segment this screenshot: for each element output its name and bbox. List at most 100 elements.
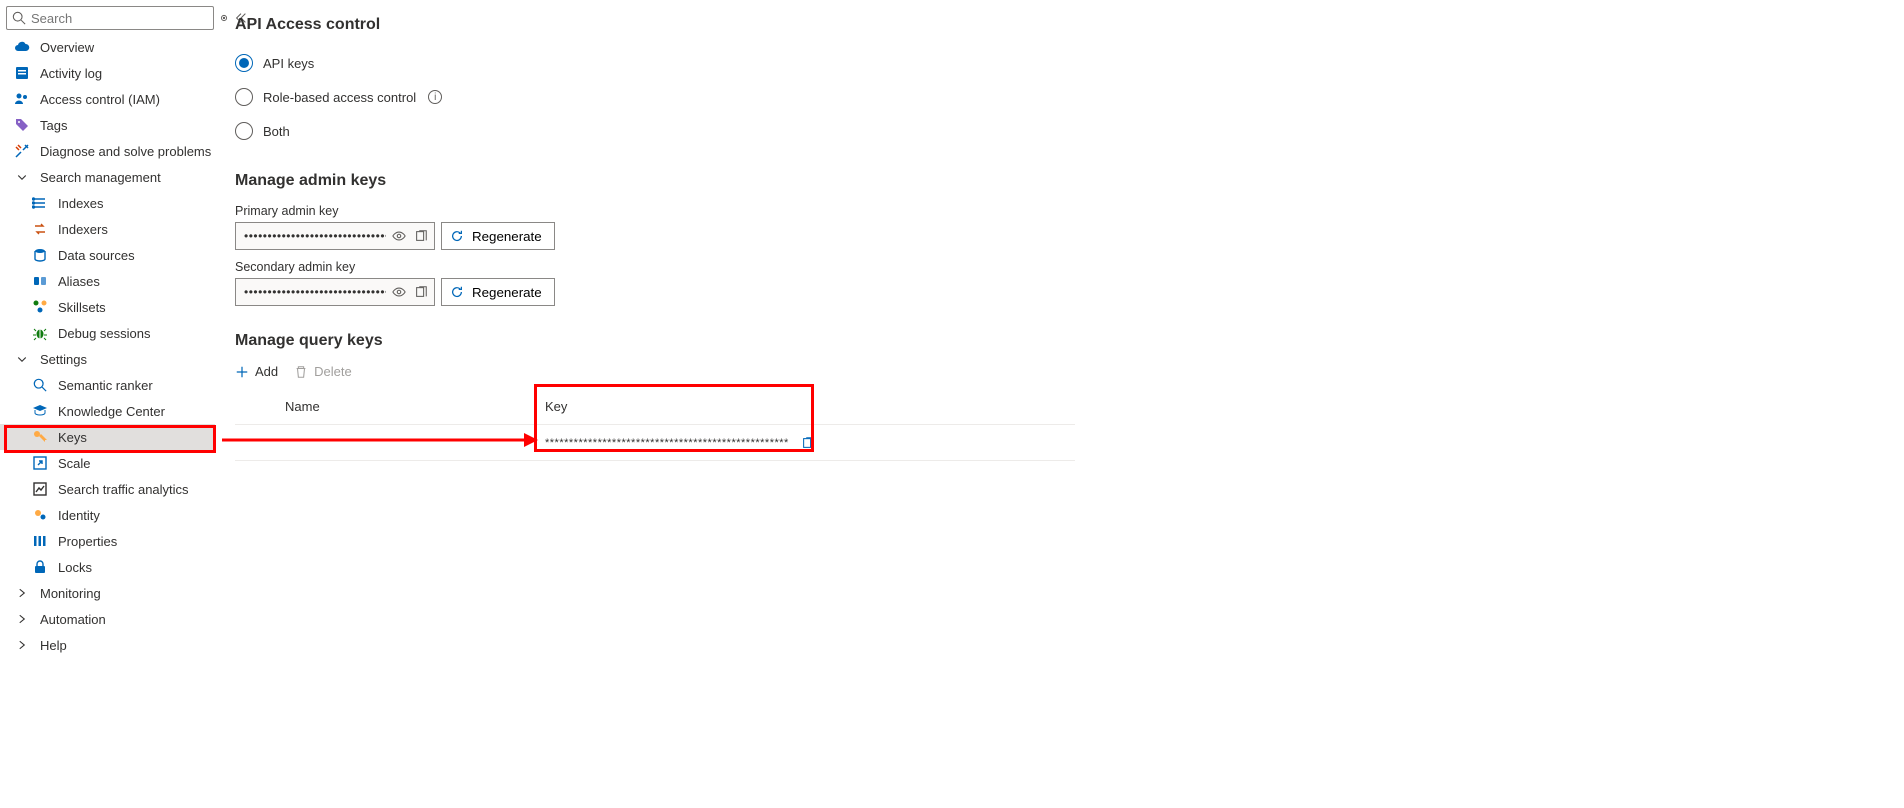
sidebar-group-label: Help: [40, 638, 67, 653]
radio-icon: [235, 88, 253, 106]
analytics-icon: [32, 481, 48, 497]
sidebar-group-automation[interactable]: Automation: [0, 606, 215, 632]
radio-api-keys[interactable]: API keys: [235, 48, 1884, 78]
skillset-icon: [32, 299, 48, 315]
radio-label: API keys: [263, 56, 314, 71]
sidebar-item-semantic-ranker[interactable]: Semantic ranker: [0, 372, 215, 398]
sidebar-item-aliases[interactable]: Aliases: [0, 268, 215, 294]
reveal-icon[interactable]: [390, 283, 408, 301]
sidebar-item-label: Knowledge Center: [58, 404, 165, 419]
radio-icon: [235, 54, 253, 72]
secondary-admin-key-label: Secondary admin key: [235, 260, 1884, 274]
sidebar-item-indexers[interactable]: Indexers: [0, 216, 215, 242]
sidebar-item-debug-sessions[interactable]: Debug sessions: [0, 320, 215, 346]
sidebar-item-search-traffic[interactable]: Search traffic analytics: [0, 476, 215, 502]
search-icon: [32, 377, 48, 393]
cell-key-value: ****************************************…: [545, 437, 789, 449]
sidebar-item-properties[interactable]: Properties: [0, 528, 215, 554]
sidebar-group-search-management[interactable]: Search management: [0, 164, 215, 190]
sidebar-item-label: Diagnose and solve problems: [40, 144, 211, 159]
copy-icon[interactable]: [799, 434, 817, 452]
sidebar-item-identity[interactable]: Identity: [0, 502, 215, 528]
manage-query-keys-title: Manage query keys: [235, 332, 1884, 350]
sidebar-item-activity-log[interactable]: Activity log: [0, 60, 215, 86]
radio-icon: [235, 122, 253, 140]
sidebar: Overview Activity log Access control (IA…: [0, 0, 215, 658]
add-query-key-button[interactable]: Add: [235, 364, 278, 379]
sidebar-group-label: Monitoring: [40, 586, 101, 601]
radio-rbac[interactable]: Role-based access control i: [235, 82, 1884, 112]
sidebar-item-knowledge-center[interactable]: Knowledge Center: [0, 398, 215, 424]
button-label: Regenerate: [472, 285, 542, 300]
sidebar-group-label: Search management: [40, 170, 161, 185]
main-content: API Access control API keys Role-based a…: [215, 0, 1904, 658]
sidebar-item-label: Semantic ranker: [58, 378, 153, 393]
radio-both[interactable]: Both: [235, 116, 1884, 146]
sidebar-item-label: Scale: [58, 456, 91, 471]
academic-icon: [32, 403, 48, 419]
properties-icon: [32, 533, 48, 549]
refresh-icon: [450, 229, 464, 243]
identity-icon: [32, 507, 48, 523]
sidebar-item-label: Keys: [58, 430, 87, 445]
sidebar-item-label: Indexes: [58, 196, 104, 211]
button-label: Add: [255, 364, 278, 379]
sidebar-item-label: Aliases: [58, 274, 100, 289]
sidebar-item-tags[interactable]: Tags: [0, 112, 215, 138]
scale-icon: [32, 455, 48, 471]
chevron-down-icon: [14, 169, 30, 185]
search-input[interactable]: [6, 6, 214, 30]
refresh-icon: [450, 285, 464, 299]
delete-query-key-button: Delete: [294, 364, 352, 379]
sidebar-item-locks[interactable]: Locks: [0, 554, 215, 580]
sidebar-item-data-sources[interactable]: Data sources: [0, 242, 215, 268]
sidebar-item-overview[interactable]: Overview: [0, 34, 215, 60]
secondary-admin-key-field: ••••••••••••••••••••••••••••••••••••••••…: [235, 278, 435, 306]
sidebar-item-label: Activity log: [40, 66, 102, 81]
sidebar-item-label: Locks: [58, 560, 92, 575]
api-access-control-title: API Access control: [235, 16, 1884, 34]
primary-admin-key-value: ••••••••••••••••••••••••••••••••••••••••…: [244, 229, 386, 243]
lock-icon: [32, 559, 48, 575]
copy-icon[interactable]: [412, 283, 430, 301]
radio-label: Role-based access control: [263, 90, 416, 105]
sidebar-item-label: Skillsets: [58, 300, 106, 315]
chevron-right-icon: [14, 637, 30, 653]
key-icon: [32, 429, 48, 445]
sidebar-item-skillsets[interactable]: Skillsets: [0, 294, 215, 320]
sidebar-item-label: Debug sessions: [58, 326, 151, 341]
trash-icon: [294, 365, 308, 379]
database-icon: [32, 247, 48, 263]
sidebar-group-help[interactable]: Help: [0, 632, 215, 658]
regenerate-primary-button[interactable]: Regenerate: [441, 222, 555, 250]
sidebar-item-keys[interactable]: Keys: [0, 424, 215, 450]
chevron-down-icon: [14, 351, 30, 367]
sidebar-item-scale[interactable]: Scale: [0, 450, 215, 476]
primary-admin-key-label: Primary admin key: [235, 204, 1884, 218]
sidebar-item-diagnose[interactable]: Diagnose and solve problems: [0, 138, 215, 164]
sidebar-item-label: Indexers: [58, 222, 108, 237]
tools-icon: [14, 143, 30, 159]
button-label: Regenerate: [472, 229, 542, 244]
radio-label: Both: [263, 124, 290, 139]
copy-icon[interactable]: [412, 227, 430, 245]
sidebar-group-monitoring[interactable]: Monitoring: [0, 580, 215, 606]
column-header-name[interactable]: Name: [283, 399, 545, 414]
info-icon[interactable]: i: [428, 90, 442, 104]
sidebar-item-label: Properties: [58, 534, 117, 549]
sidebar-item-indexes[interactable]: Indexes: [0, 190, 215, 216]
sidebar-item-label: Identity: [58, 508, 100, 523]
alias-icon: [32, 273, 48, 289]
column-header-key[interactable]: Key: [545, 399, 1075, 414]
search-icon: [12, 11, 26, 25]
arrows-icon: [32, 221, 48, 237]
sidebar-item-access-control[interactable]: Access control (IAM): [0, 86, 215, 112]
sidebar-item-label: Data sources: [58, 248, 135, 263]
log-icon: [14, 65, 30, 81]
table-row[interactable]: ****************************************…: [235, 425, 1075, 461]
sidebar-group-settings[interactable]: Settings: [0, 346, 215, 372]
sidebar-item-label: Overview: [40, 40, 94, 55]
reveal-icon[interactable]: [390, 227, 408, 245]
primary-admin-key-field: ••••••••••••••••••••••••••••••••••••••••…: [235, 222, 435, 250]
regenerate-secondary-button[interactable]: Regenerate: [441, 278, 555, 306]
